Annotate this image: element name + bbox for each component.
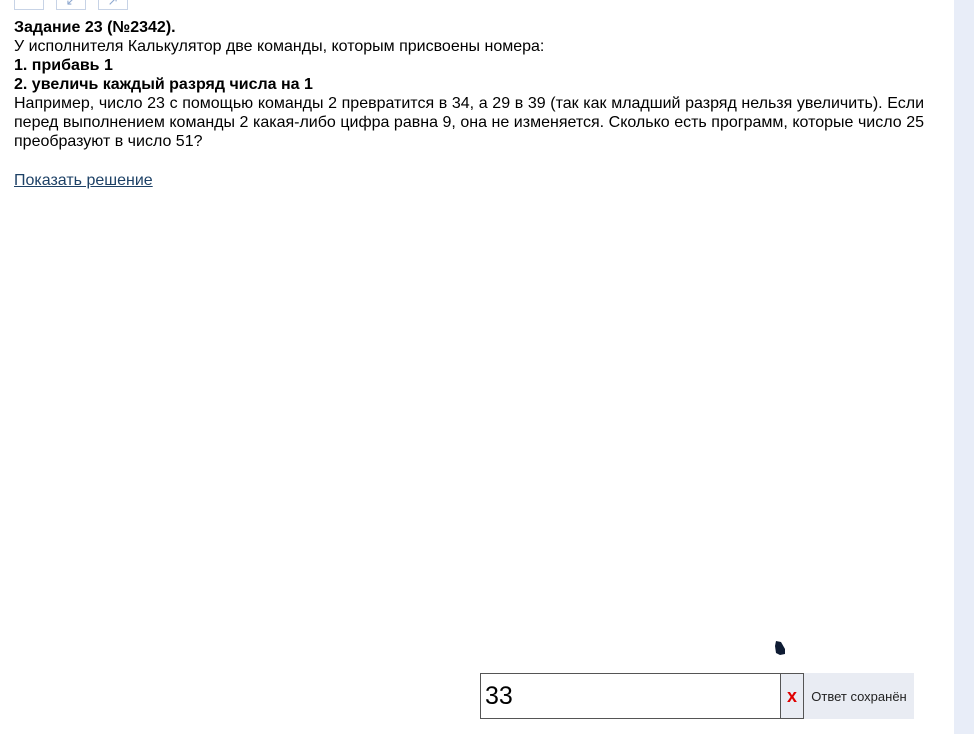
- close-icon: x: [786, 685, 797, 706]
- answer-input[interactable]: [480, 673, 780, 719]
- task-title: Задание 23 (№2342).: [14, 19, 176, 36]
- show-solution-link[interactable]: Показать решение: [14, 171, 153, 190]
- task-block: Задание 23 (№2342). У исполнителя Кальку…: [14, 18, 924, 151]
- task-body: Например, число 23 с помощью команды 2 п…: [14, 95, 924, 150]
- collapse-arrow-icon[interactable]: ↙: [56, 0, 86, 10]
- clear-answer-button[interactable]: x: [780, 673, 804, 719]
- command-2: 2. увеличь каждый разряд числа на 1: [14, 76, 313, 93]
- mouse-cursor-icon: [775, 641, 785, 655]
- page-side-strip: [954, 0, 974, 734]
- expand-arrow-icon[interactable]: ↗: [98, 0, 128, 10]
- blank-icon[interactable]: [14, 0, 44, 10]
- status-text: Ответ сохранён: [811, 688, 907, 704]
- answer-saved-status: Ответ сохранён: [804, 673, 914, 719]
- task-intro: У исполнителя Калькулятор две команды, к…: [14, 38, 545, 55]
- command-1: 1. прибавь 1: [14, 57, 113, 74]
